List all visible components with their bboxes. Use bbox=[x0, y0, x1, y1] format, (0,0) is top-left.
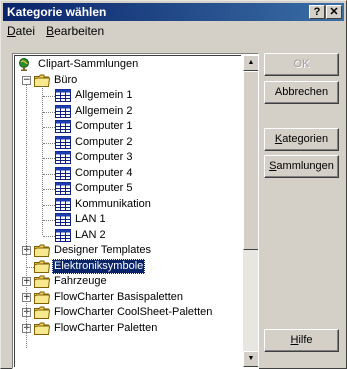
table-icon bbox=[55, 166, 71, 180]
help-label: Hilfe bbox=[290, 334, 313, 346]
close-button[interactable]: ✕ bbox=[326, 5, 342, 19]
tree-node[interactable]: Designer Templates bbox=[15, 243, 241, 259]
tree-node-label: Computer 4 bbox=[75, 166, 133, 179]
globe-icon bbox=[18, 58, 34, 71]
menu-bar: Datei Bearbeiten bbox=[3, 22, 344, 40]
categories-button[interactable]: Kategorien bbox=[264, 128, 339, 151]
tree-node-label: Kommunikation bbox=[75, 197, 151, 210]
collections-label: Sammlungen bbox=[269, 160, 334, 172]
tree-node-label: Computer 3 bbox=[75, 151, 133, 163]
scroll-thumb[interactable] bbox=[243, 71, 258, 250]
tree-node-label: Allgemein 2 bbox=[75, 104, 133, 117]
tree-node-label: LAN 1 bbox=[75, 213, 106, 225]
tree-node[interactable]: Computer 2 bbox=[15, 135, 241, 151]
tree-node[interactable]: Allgemein 1 bbox=[15, 88, 241, 104]
tree-viewport: Clipart-Sammlungen − Büro Allgemein 1 Allgem… bbox=[14, 55, 241, 367]
tree-connector bbox=[42, 86, 43, 235]
tree-node-label: Designer Templates bbox=[54, 244, 152, 256]
tree-node[interactable]: Clipart-Sammlungen bbox=[15, 57, 241, 73]
help-title-button[interactable]: ? bbox=[309, 5, 325, 19]
folder-icon bbox=[34, 306, 51, 319]
tree-node[interactable]: LAN 1 bbox=[15, 212, 241, 228]
tree-node[interactable]: Fahrzeuge bbox=[15, 274, 241, 290]
tree-node[interactable]: FlowCharter Basispaletten bbox=[15, 290, 241, 306]
tree-node[interactable]: Elektroniksymbole bbox=[15, 258, 241, 275]
collections-button[interactable]: Sammlungen bbox=[264, 155, 339, 178]
tree-connector bbox=[26, 84, 27, 348]
menu-bearbeiten[interactable]: Bearbeiten bbox=[42, 22, 108, 40]
menu-datei[interactable]: Datei bbox=[3, 22, 39, 40]
tree-node-label: Clipart-Sammlungen bbox=[38, 58, 139, 70]
table-icon bbox=[55, 151, 71, 164]
tree-node[interactable]: Computer 3 bbox=[15, 150, 241, 166]
tree-node[interactable]: Kommunikation bbox=[15, 197, 241, 213]
folder-icon bbox=[34, 291, 51, 304]
tree-node[interactable]: Computer 1 bbox=[15, 119, 241, 135]
tree-node-label: Elektroniksymbole bbox=[52, 258, 146, 274]
table-icon bbox=[55, 120, 71, 133]
tree-node-label: Computer 1 bbox=[75, 120, 133, 132]
tree-node[interactable]: FlowCharter CoolSheet-Paletten bbox=[15, 305, 241, 321]
folder-icon bbox=[34, 275, 51, 288]
tree-node[interactable]: FlowCharter Paletten bbox=[15, 321, 241, 337]
help-button[interactable]: Hilfe bbox=[264, 329, 339, 352]
tree-node-label: LAN 2 bbox=[75, 228, 106, 241]
tree-node-label: Computer 2 bbox=[75, 135, 133, 148]
folder-icon bbox=[34, 322, 51, 335]
table-icon bbox=[55, 89, 71, 102]
table-icon bbox=[55, 228, 71, 242]
tree-node-label: Büro bbox=[54, 73, 78, 86]
tree-node-label: Allgemein 1 bbox=[75, 89, 133, 101]
folder-open-icon bbox=[34, 74, 51, 87]
tree-node[interactable]: Allgemein 2 bbox=[15, 104, 241, 120]
tree-scrollbar[interactable]: ▲ ▼ bbox=[243, 55, 258, 367]
tree-node-label: Computer 5 bbox=[75, 182, 133, 194]
tree-node[interactable]: LAN 2 bbox=[15, 228, 241, 244]
table-icon bbox=[55, 197, 71, 211]
scroll-down-button[interactable]: ▼ bbox=[243, 351, 258, 367]
table-icon bbox=[55, 104, 71, 118]
tree-node-label: FlowCharter Paletten bbox=[54, 321, 158, 334]
table-icon bbox=[55, 135, 71, 149]
table-icon bbox=[55, 182, 71, 195]
ok-button[interactable]: OK bbox=[264, 53, 339, 76]
scroll-up-button[interactable]: ▲ bbox=[243, 55, 258, 71]
table-icon bbox=[55, 213, 71, 226]
tree-node[interactable]: Büro bbox=[15, 73, 241, 89]
tree-node-label: FlowCharter CoolSheet-Paletten bbox=[54, 306, 213, 318]
tree-node[interactable]: Computer 5 bbox=[15, 181, 241, 197]
folder-icon bbox=[34, 244, 51, 257]
dialog-window: Kategorie wählen ? ✕ Datei Bearbeiten Cl… bbox=[0, 0, 347, 369]
categories-label: Kategorien bbox=[274, 133, 329, 145]
tree-node-label: FlowCharter Basispaletten bbox=[54, 290, 184, 303]
category-tree[interactable]: Clipart-Sammlungen − Büro Allgemein 1 Allgem… bbox=[12, 53, 259, 369]
title-bar[interactable]: Kategorie wählen ? ✕ bbox=[3, 3, 344, 21]
cancel-button[interactable]: Abbrechen bbox=[264, 81, 339, 104]
tree-node[interactable]: Computer 4 bbox=[15, 166, 241, 182]
tree-node-label: Fahrzeuge bbox=[54, 275, 107, 287]
folder-icon bbox=[34, 260, 51, 273]
window-title: Kategorie wählen bbox=[7, 5, 107, 19]
